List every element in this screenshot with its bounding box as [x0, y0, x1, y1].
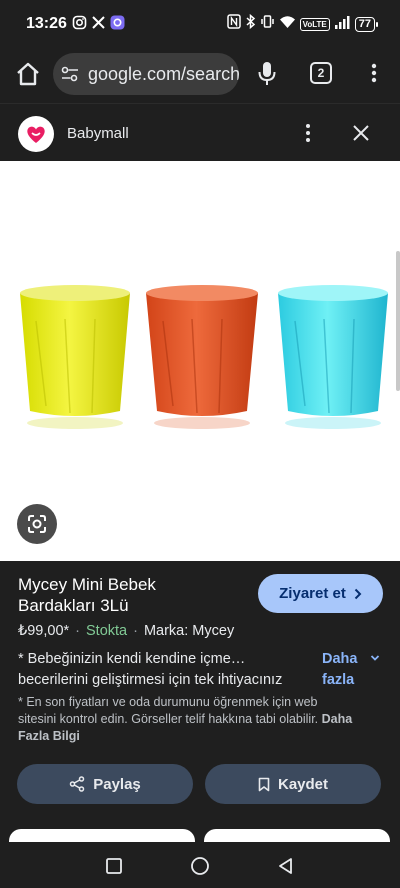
wifi-icon: [279, 14, 296, 34]
google-lens-button[interactable]: [17, 504, 57, 544]
product-image[interactable]: [0, 161, 400, 561]
status-right-icons: VoLTE 77: [226, 13, 378, 34]
url-text[interactable]: google.com/search: [88, 64, 239, 85]
product-title: Mycey Mini Bebek Bardakları 3Lü: [18, 575, 156, 615]
url-bar[interactable]: google.com/search: [53, 53, 239, 95]
recents-icon: [106, 858, 122, 874]
visit-label: Ziyaret et: [279, 585, 346, 602]
sheet-close-button[interactable]: [349, 121, 373, 145]
bookmark-icon: [258, 777, 270, 791]
product-info: Mycey Mini Bebek Bardakları 3Lü Ziyaret …: [0, 561, 400, 843]
home-button[interactable]: [12, 58, 44, 90]
cups-image: [20, 285, 388, 429]
save-label: Kaydet: [277, 775, 329, 793]
brand: Marka: Mycey: [143, 623, 235, 639]
site-settings-icon[interactable]: [61, 66, 79, 82]
chevron-down-icon[interactable]: [370, 654, 380, 662]
visit-button[interactable]: Ziyaret et: [258, 574, 383, 613]
status-left-icons: [72, 15, 125, 30]
sheet-more-button[interactable]: [298, 121, 318, 145]
x-icon: [91, 15, 106, 30]
status-bar: 13:26 VoLTE 77: [0, 0, 400, 50]
disclaimer-text: * En son fiyatları ve oda durumunu öğren…: [18, 695, 319, 726]
circle-home-icon: [191, 857, 209, 875]
share-icon: [69, 776, 85, 792]
stock-status: Stokta: [86, 623, 128, 639]
tab-switcher-button[interactable]: 2: [310, 62, 332, 84]
microphone-icon: [258, 62, 276, 85]
status-time: 13:26: [26, 15, 67, 32]
related-card[interactable]: [9, 829, 195, 843]
signal-icon: [334, 15, 351, 34]
result-sheet-header: Babymall: [0, 103, 400, 161]
voice-search-button[interactable]: [254, 57, 280, 89]
more-vert-icon: [306, 124, 310, 142]
volte-icon: VoLTE: [299, 17, 330, 31]
instagram-icon: [72, 15, 87, 30]
system-navigation-bar: [0, 842, 400, 888]
share-label: Paylaş: [93, 775, 141, 793]
back-triangle-icon: [279, 858, 292, 874]
browser-toolbar: google.com/search 2: [0, 50, 400, 102]
more-vert-icon: [371, 63, 377, 83]
browser-menu-button[interactable]: [364, 60, 384, 86]
battery-level: 77: [354, 16, 375, 32]
vibrate-icon: [260, 14, 275, 34]
battery-icon: 77: [354, 16, 378, 32]
close-icon: [353, 125, 369, 141]
share-button[interactable]: Paylaş: [17, 764, 193, 804]
app-icon: [110, 15, 125, 30]
price: ₺99,00*: [18, 623, 70, 639]
image-scrollbar[interactable]: [396, 251, 400, 391]
bluetooth-icon: [245, 13, 256, 34]
back-button[interactable]: [276, 856, 296, 876]
product-description: * Bebeğinizin kendi kendine içme… beceri…: [18, 651, 283, 688]
home-nav-button[interactable]: [190, 856, 210, 876]
product-meta: ₺99,00* · Stokta · Marka: Mycey: [18, 623, 235, 639]
site-logo: [18, 116, 54, 152]
related-card[interactable]: [204, 829, 390, 843]
recents-button[interactable]: [104, 856, 124, 876]
chevron-right-icon: [354, 588, 362, 599]
site-name[interactable]: Babymall: [67, 125, 129, 142]
disclaimer-note: * En son fiyatları ve oda durumunu öğren…: [18, 694, 358, 745]
nfc-icon: [226, 14, 241, 34]
lens-icon: [28, 515, 46, 533]
save-button[interactable]: Kaydet: [205, 764, 381, 804]
home-icon: [17, 62, 39, 86]
heart-logo-icon: [27, 126, 45, 143]
